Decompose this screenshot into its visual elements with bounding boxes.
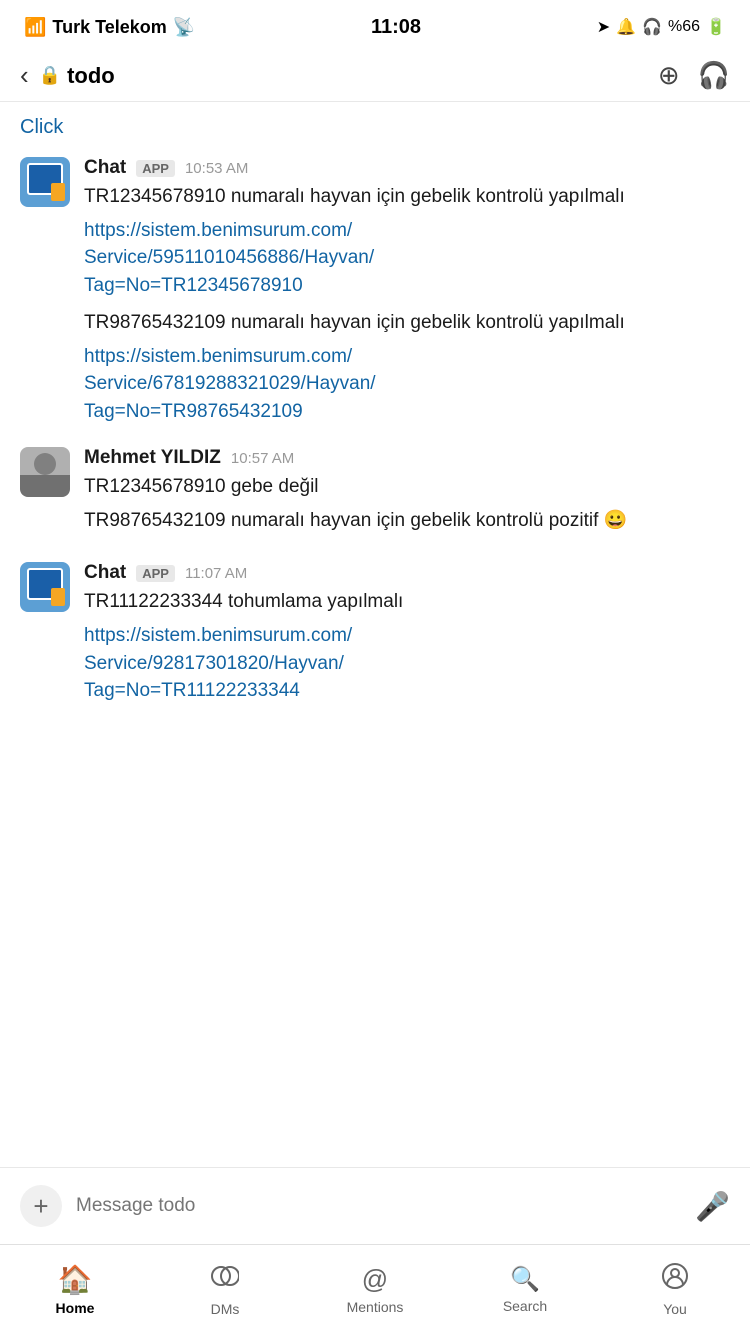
timestamp: 11:07 AM — [185, 565, 247, 582]
wifi-icon: 📡 — [173, 17, 195, 38]
nav-search[interactable]: 🔍 Search — [450, 1265, 600, 1314]
text-block: TR12345678910 numaralı hayvan için gebel… — [84, 183, 730, 211]
channel-header: ‹ 🔒 todo ⊕ 🎧 — [0, 50, 750, 102]
click-link[interactable]: Click — [0, 112, 750, 151]
battery-level: %66 — [668, 18, 700, 36]
message-header: Mehmet YILDIZ 10:57 AM — [84, 447, 730, 469]
headphones-icon[interactable]: 🎧 — [698, 60, 730, 91]
text-block: TR12345678910 gebe değil — [84, 473, 730, 501]
message-item: Mehmet YILDIZ 10:57 AM TR12345678910 geb… — [0, 441, 750, 546]
message-item: Chat APP 10:53 AM TR12345678910 numaralı… — [0, 151, 750, 431]
bottom-navigation: 🏠 Home DMs @ Mentions 🔍 Search You — [0, 1244, 750, 1334]
message-header: Chat APP 10:53 AM — [84, 157, 730, 179]
timestamp: 10:57 AM — [231, 450, 294, 467]
new-note-icon[interactable]: ⊕ — [658, 60, 680, 91]
text-block-2: TR98765432109 numaralı hayvan için gebel… — [84, 507, 730, 535]
text-block-2: TR98765432109 numaralı hayvan için gebel… — [84, 309, 730, 337]
text-block: TR11122233344 tohumlama yapılmalı — [84, 588, 730, 616]
message-input[interactable] — [76, 1182, 681, 1230]
clock: 11:08 — [371, 16, 421, 39]
message-body: TR12345678910 numaralı hayvan için gebel… — [84, 183, 730, 425]
you-label: You — [663, 1301, 687, 1317]
input-bar: + 🎤 — [0, 1167, 750, 1244]
channel-title: 🔒 todo — [39, 63, 115, 89]
message-content: Mehmet YILDIZ 10:57 AM TR12345678910 geb… — [84, 447, 730, 540]
nav-home[interactable]: 🏠 Home — [0, 1263, 150, 1316]
battery-icon: 🔋 — [706, 17, 726, 37]
you-icon — [661, 1262, 689, 1297]
dms-label: DMs — [211, 1301, 240, 1317]
sender-name: Chat — [84, 157, 126, 179]
home-icon: 🏠 — [58, 1263, 93, 1296]
signal-icon: 📶 — [24, 17, 46, 38]
message-content: Chat APP 11:07 AM TR11122233344 tohumlam… — [84, 562, 730, 704]
attachment-button[interactable]: + — [20, 1185, 62, 1227]
app-icon-tab — [51, 588, 65, 606]
nav-dms[interactable]: DMs — [150, 1262, 300, 1317]
message-item: Chat APP 11:07 AM TR11122233344 tohumlam… — [0, 556, 750, 734]
channel-name-text: todo — [67, 63, 115, 89]
person-avatar — [20, 447, 70, 497]
nav-you[interactable]: You — [600, 1262, 750, 1317]
dms-icon — [211, 1262, 239, 1297]
lock-icon: 🔒 — [39, 65, 61, 86]
alarm-icon: 🔔 — [616, 17, 636, 37]
back-button[interactable]: ‹ — [20, 60, 29, 91]
app-icon-tab — [51, 183, 65, 201]
message-header: Chat APP 11:07 AM — [84, 562, 730, 584]
header-right: ⊕ 🎧 — [658, 60, 730, 91]
app-badge: APP — [136, 565, 175, 582]
search-label: Search — [503, 1298, 547, 1314]
mentions-label: Mentions — [347, 1299, 404, 1315]
message-body: TR12345678910 gebe değil TR98765432109 n… — [84, 473, 730, 534]
status-icons: ➤ 🔔 🎧 %66 🔋 — [597, 17, 726, 37]
microphone-button[interactable]: 🎤 — [695, 1190, 730, 1223]
chat-area: Click Chat APP 10:53 AM TR12345678910 nu… — [0, 102, 750, 745]
home-label: Home — [56, 1300, 95, 1316]
carrier-info: 📶 Turk Telekom 📡 — [24, 17, 195, 38]
link-3[interactable]: https://sistem.benimsurum.com/Service/92… — [84, 622, 730, 705]
mentions-icon: @ — [362, 1264, 388, 1295]
link-1[interactable]: https://sistem.benimsurum.com/Service/59… — [84, 217, 730, 300]
headphone-icon: 🎧 — [642, 17, 662, 37]
timestamp: 10:53 AM — [185, 160, 248, 177]
status-bar: 📶 Turk Telekom 📡 11:08 ➤ 🔔 🎧 %66 🔋 — [0, 0, 750, 50]
sender-name: Chat — [84, 562, 126, 584]
location-icon: ➤ — [597, 17, 610, 37]
header-left: ‹ 🔒 todo — [20, 60, 115, 91]
app-badge: APP — [136, 160, 175, 177]
app-avatar — [20, 562, 70, 612]
message-content: Chat APP 10:53 AM TR12345678910 numaralı… — [84, 157, 730, 425]
carrier-name: Turk Telekom — [52, 17, 166, 38]
app-avatar — [20, 157, 70, 207]
sender-name: Mehmet YILDIZ — [84, 447, 221, 469]
nav-mentions[interactable]: @ Mentions — [300, 1264, 450, 1315]
message-body: TR11122233344 tohumlama yapılmalı https:… — [84, 588, 730, 704]
search-icon: 🔍 — [510, 1265, 540, 1294]
link-2[interactable]: https://sistem.benimsurum.com/Service/67… — [84, 343, 730, 426]
